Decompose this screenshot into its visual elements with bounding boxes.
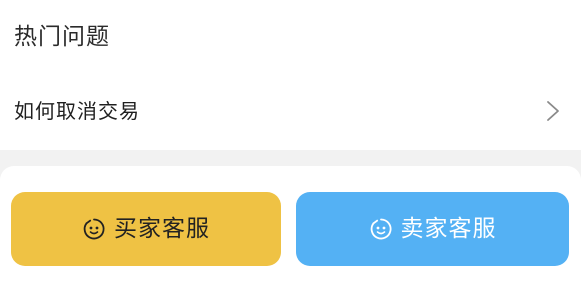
buyer-service-button[interactable]: 买家客服 xyxy=(11,192,281,266)
buyer-service-label: 买家客服 xyxy=(114,216,210,242)
smiley-face-icon xyxy=(83,218,105,240)
hot-questions-title: 热门问题 xyxy=(14,24,110,50)
faq-item-cancel-transaction[interactable]: 如何取消交易 xyxy=(0,86,581,138)
faq-item-label: 如何取消交易 xyxy=(14,99,140,123)
chevron-right-icon xyxy=(547,101,559,121)
seller-service-label: 卖家客服 xyxy=(400,216,497,242)
smiley-face-icon xyxy=(370,218,391,240)
seller-service-button[interactable]: 卖家客服 xyxy=(296,192,569,266)
